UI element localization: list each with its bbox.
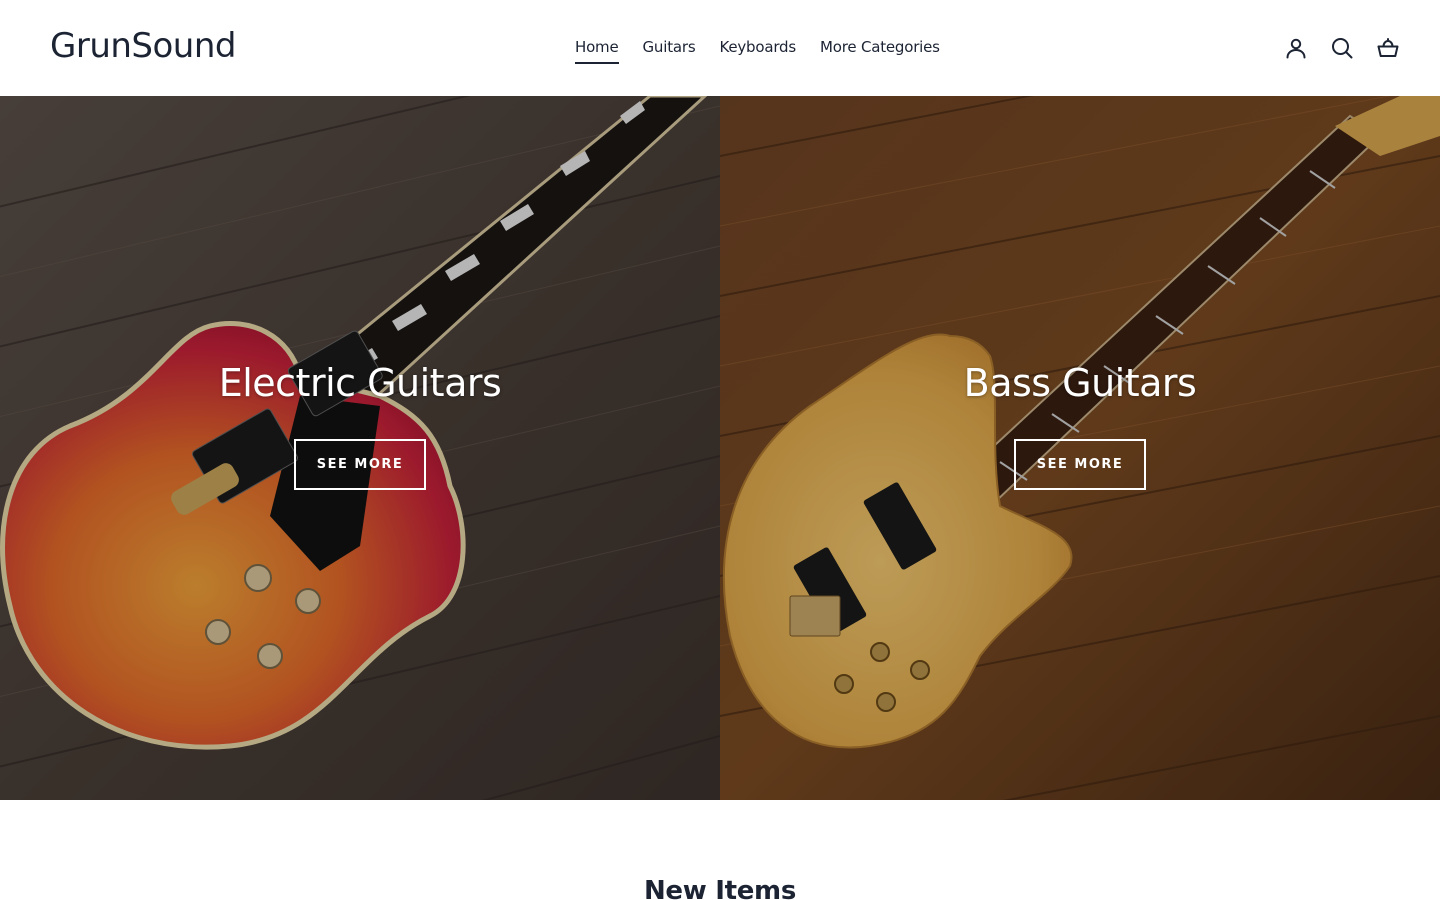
header-icons <box>1284 34 1400 62</box>
main-nav: Home Guitars Keyboards More Categories <box>575 38 940 64</box>
nav-guitars[interactable]: Guitars <box>643 38 696 64</box>
site-logo[interactable]: GrunSound <box>50 26 237 66</box>
see-more-bass-button[interactable]: SEE MORE <box>1014 439 1146 490</box>
account-icon[interactable] <box>1284 34 1308 62</box>
nav-home[interactable]: Home <box>575 38 619 64</box>
hero-panel-electric-guitars[interactable]: Electric Guitars SEE MORE <box>0 96 720 800</box>
nav-keyboards[interactable]: Keyboards <box>719 38 796 64</box>
hero-content: Bass Guitars SEE MORE <box>720 361 1440 490</box>
hero-title-bass: Bass Guitars <box>963 361 1197 405</box>
hero-banner: Electric Guitars SEE MORE Bass Guitars S… <box>0 96 1440 800</box>
hero-panel-bass-guitars[interactable]: Bass Guitars SEE MORE <box>720 96 1440 800</box>
see-more-electric-button[interactable]: SEE MORE <box>294 439 426 490</box>
new-items-heading: New Items <box>643 876 797 900</box>
search-icon[interactable] <box>1330 34 1354 62</box>
site-header: GrunSound Home Guitars Keyboards More Ca… <box>0 0 1440 96</box>
hero-title-electric: Electric Guitars <box>218 361 502 405</box>
hero-content: Electric Guitars SEE MORE <box>0 361 720 490</box>
nav-more-categories[interactable]: More Categories <box>820 38 940 64</box>
cart-icon[interactable] <box>1376 34 1400 62</box>
